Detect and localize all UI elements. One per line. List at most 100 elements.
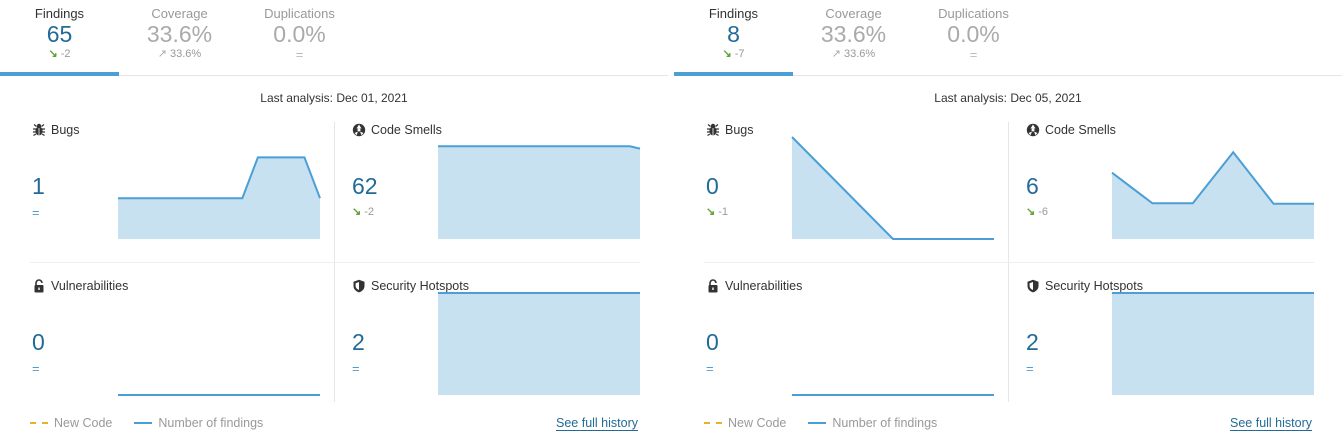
tab-delta: ↗ 33.6% — [831, 48, 876, 60]
legend-new-code: New Code — [704, 416, 786, 430]
metric-card-bugs: Bugs 1 = — [32, 123, 337, 268]
card-value[interactable]: 2 — [352, 329, 365, 356]
tab-delta: ↘ -2 — [48, 48, 71, 60]
sparkline-area — [1112, 293, 1314, 395]
tab-delta: ↗ 33.6% — [157, 48, 202, 60]
sparkline-bugs — [792, 137, 994, 239]
metric-card-code-smells: Code Smells 62 ↘ -2 — [352, 123, 657, 268]
tab-value: 33.6% — [146, 21, 213, 47]
card-value[interactable]: 0 — [32, 329, 45, 356]
sparkline-security-hotspots — [1112, 293, 1314, 395]
tab-value: 33.6% — [820, 21, 887, 47]
dashed-line-icon — [30, 422, 48, 424]
active-tab-indicator — [674, 72, 793, 76]
metric-card-security-hotspots: Security Hotspots 2 = — [352, 279, 657, 424]
last-analysis-date: Last analysis: Dec 01, 2021 — [260, 91, 408, 105]
metric-card-bugs: Bugs 0 ↘ -1 — [706, 123, 1011, 268]
code-smell-icon — [1026, 123, 1040, 137]
dashed-line-icon — [704, 422, 722, 424]
legend-number-of-findings: Number of findings — [808, 416, 937, 430]
tab-delta: = — [969, 47, 978, 62]
card-delta: ↘ -2 — [352, 206, 374, 218]
see-full-history-link[interactable]: See full history — [556, 416, 638, 431]
tab-value: 65 — [46, 21, 73, 47]
lock-icon — [708, 279, 718, 293]
card-title: Bugs — [706, 123, 754, 137]
card-title: Security Hotspots — [1026, 279, 1143, 293]
card-title: Vulnerabilities — [32, 279, 128, 293]
bug-icon — [707, 123, 719, 137]
sparkline-security-hotspots — [438, 293, 640, 395]
chart-legend: New Code Number of findings — [704, 416, 959, 430]
card-value[interactable]: 0 — [706, 173, 719, 200]
metric-card-security-hotspots: Security Hotspots 2 = — [1026, 279, 1331, 424]
card-value[interactable]: 62 — [352, 173, 378, 200]
shield-icon — [353, 279, 365, 293]
sparkline-area — [438, 293, 640, 395]
metric-tabs: Findings 8 ↘ -7 Coverage 33.6% ↗ 33.6% Dup… — [674, 0, 1342, 76]
card-delta: = — [706, 361, 714, 376]
tab-duplications[interactable]: Duplications 0.0% = — [914, 0, 1033, 75]
sparkline-code-smells — [438, 137, 640, 239]
tab-label: Findings — [708, 6, 759, 21]
arrow-down-right-icon: ↘ — [722, 48, 732, 60]
tab-value: 8 — [727, 21, 740, 47]
metric-card-code-smells: Code Smells 6 ↘ -6 — [1026, 123, 1331, 268]
card-value[interactable]: 0 — [706, 329, 719, 356]
tab-delta: = — [295, 47, 304, 62]
sparkline-vulnerabilities — [792, 293, 994, 395]
legend-number-of-findings: Number of findings — [134, 416, 263, 430]
arrow-up-right-icon: ↗ — [157, 48, 167, 60]
project-panel-2: Findings 8 ↘ -7 Coverage 33.6% ↗ 33.6% Dup… — [674, 0, 1342, 448]
metric-card-vulnerabilities: Vulnerabilities 0 = — [32, 279, 337, 424]
tab-label: Coverage — [151, 6, 208, 21]
card-delta: = — [32, 205, 40, 220]
active-tab-indicator — [0, 72, 119, 76]
tab-coverage[interactable]: Coverage 33.6% ↗ 33.6% — [794, 0, 913, 75]
sparkline-area — [438, 146, 640, 239]
solid-line-icon — [808, 422, 827, 424]
sparkline-vulnerabilities — [118, 293, 320, 395]
tab-value: 0.0% — [947, 21, 1000, 47]
tab-duplications[interactable]: Duplications 0.0% = — [240, 0, 359, 75]
arrow-down-right-icon: ↘ — [1026, 206, 1036, 218]
lock-icon — [34, 279, 44, 293]
code-smell-icon — [352, 123, 366, 137]
tab-findings[interactable]: Findings 65 ↘ -2 — [0, 0, 119, 76]
card-title: Code Smells — [352, 123, 442, 137]
metric-card-vulnerabilities: Vulnerabilities 0 = — [706, 279, 1011, 424]
shield-icon — [1027, 279, 1039, 293]
bug-icon — [33, 123, 45, 137]
card-delta: = — [1026, 361, 1034, 376]
arrow-down-right-icon: ↘ — [48, 48, 58, 60]
card-title: Bugs — [32, 123, 80, 137]
card-delta: ↘ -1 — [706, 206, 728, 218]
tab-coverage[interactable]: Coverage 33.6% ↗ 33.6% — [120, 0, 239, 75]
legend-new-code: New Code — [30, 416, 112, 430]
card-delta: ↘ -6 — [1026, 206, 1048, 218]
tab-label: Coverage — [825, 6, 882, 21]
metric-tabs: Findings 65 ↘ -2 Coverage 33.6% ↗ 33.6% Du… — [0, 0, 668, 76]
arrow-down-right-icon: ↘ — [352, 206, 362, 218]
tab-label: Duplications — [938, 6, 1009, 21]
tab-findings[interactable]: Findings 8 ↘ -7 — [674, 0, 793, 76]
card-value[interactable]: 2 — [1026, 329, 1039, 356]
tab-value: 0.0% — [273, 21, 326, 47]
chart-legend: New Code Number of findings — [30, 416, 285, 430]
sparkline-code-smells — [1112, 137, 1314, 239]
project-panel-1: Findings 65 ↘ -2 Coverage 33.6% ↗ 33.6% Du… — [0, 0, 668, 448]
sparkline-area — [792, 137, 994, 239]
see-full-history-link[interactable]: See full history — [1230, 416, 1312, 431]
last-analysis-date: Last analysis: Dec 05, 2021 — [934, 91, 1082, 105]
arrow-down-right-icon: ↘ — [706, 206, 716, 218]
card-value[interactable]: 1 — [32, 173, 45, 200]
card-title: Vulnerabilities — [706, 279, 802, 293]
card-delta: = — [352, 361, 360, 376]
tab-label: Duplications — [264, 6, 335, 21]
card-title: Code Smells — [1026, 123, 1116, 137]
card-title: Security Hotspots — [352, 279, 469, 293]
tab-label: Findings — [34, 6, 85, 21]
sparkline-bugs — [118, 137, 320, 239]
card-value[interactable]: 6 — [1026, 173, 1039, 200]
arrow-up-right-icon: ↗ — [831, 48, 841, 60]
